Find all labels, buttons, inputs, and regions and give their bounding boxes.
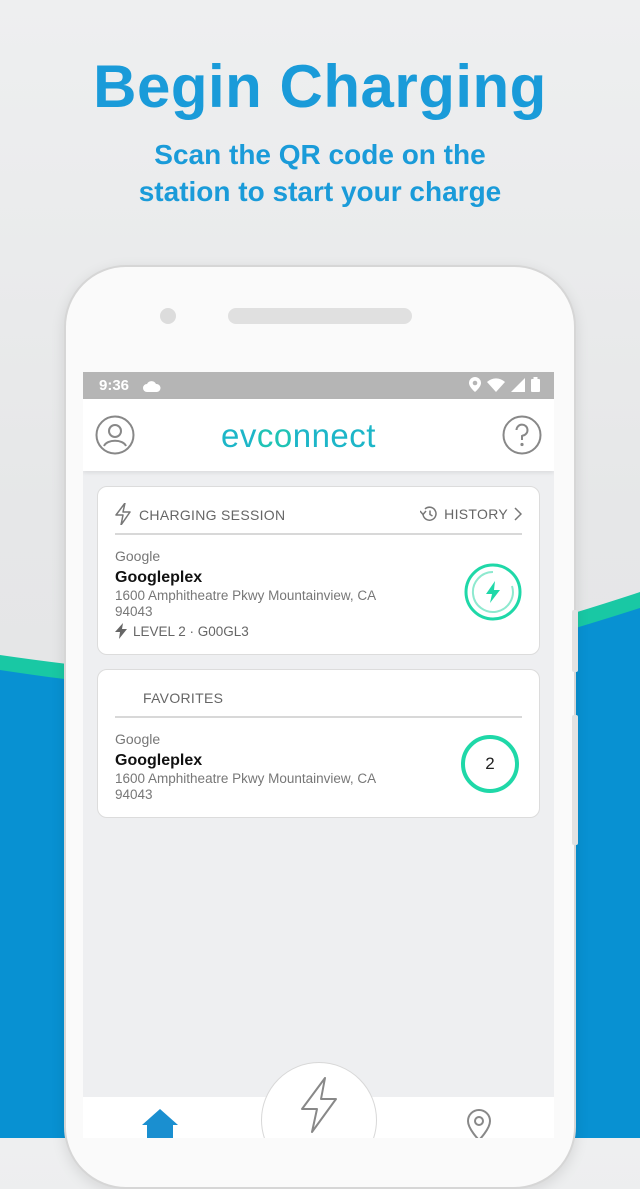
phone-camera (160, 308, 176, 324)
station-level-label: LEVEL 2 · G00GL3 (133, 623, 249, 639)
charging-session-title: CHARGING SESSION (139, 507, 286, 523)
signal-icon (511, 377, 525, 392)
phone-side-button (572, 715, 578, 845)
phone-speaker (228, 308, 412, 324)
charging-session-card[interactable]: CHARGING SESSION HISTORY Google Googlepl… (97, 486, 540, 655)
cloud-icon (143, 379, 161, 396)
location-icon[interactable] (466, 1108, 492, 1138)
chevron-right-icon (514, 507, 522, 521)
favorites-header: FAVORITES (115, 670, 522, 718)
phone-side-button (572, 610, 578, 672)
start-charge-button[interactable] (261, 1062, 377, 1138)
favorites-title: FAVORITES (143, 690, 224, 706)
station-brand: Google (115, 731, 161, 747)
phone-screen: 9:36 evconnect CHARGING SESSION HISTORY … (83, 372, 554, 1138)
station-address: 1600 Amphitheatre Pkwy Mountainview, CA … (115, 771, 376, 802)
station-level: LEVEL 2 · G00GL3 (115, 623, 415, 639)
promo-subline-2: station to start your charge (138, 176, 502, 207)
location-status-icon (469, 377, 481, 392)
status-bar: 9:36 (83, 372, 554, 399)
wifi-icon (487, 377, 505, 392)
app-bar: evconnect (83, 399, 554, 471)
charging-session-header: CHARGING SESSION HISTORY (115, 487, 522, 535)
promo-headline: Begin Charging (93, 53, 547, 120)
bolt-icon (115, 502, 131, 528)
logo-part: nnect (292, 417, 376, 454)
promo-subline: Scan the QR code on the station to start… (0, 136, 640, 210)
favorites-card[interactable]: FAVORITES Google Googleplex 1600 Amphith… (97, 669, 540, 818)
evconnect-logo: evconnect (221, 417, 376, 455)
station-name: Googleplex (115, 752, 203, 769)
battery-icon (531, 377, 540, 392)
bolt-icon (301, 1077, 337, 1133)
history-label: HISTORY (444, 506, 508, 522)
home-icon[interactable] (142, 1109, 178, 1138)
charging-session-station: Google Googleplex 1600 Amphitheatre Pkwy… (115, 548, 415, 639)
station-brand: Google (115, 548, 161, 564)
station-name: Googleplex (115, 569, 203, 586)
charging-icon[interactable] (463, 562, 523, 627)
user-icon[interactable] (95, 415, 135, 460)
history-icon (420, 506, 437, 521)
favorites-count-badge[interactable]: 2 (461, 735, 519, 793)
bolt-icon (115, 623, 127, 639)
status-time: 9:36 (99, 377, 130, 394)
status-icons (469, 377, 540, 392)
promo-subline-1: Scan the QR code on the (154, 139, 486, 170)
logo-part: ev (221, 417, 257, 454)
history-link[interactable]: HISTORY (420, 506, 522, 522)
favorite-station: Google Googleplex 1600 Amphitheatre Pkwy… (115, 731, 415, 803)
logo-part: co (256, 417, 293, 454)
station-address: 1600 Amphitheatre Pkwy Mountainview, CA … (115, 588, 376, 619)
help-icon[interactable] (502, 415, 542, 460)
